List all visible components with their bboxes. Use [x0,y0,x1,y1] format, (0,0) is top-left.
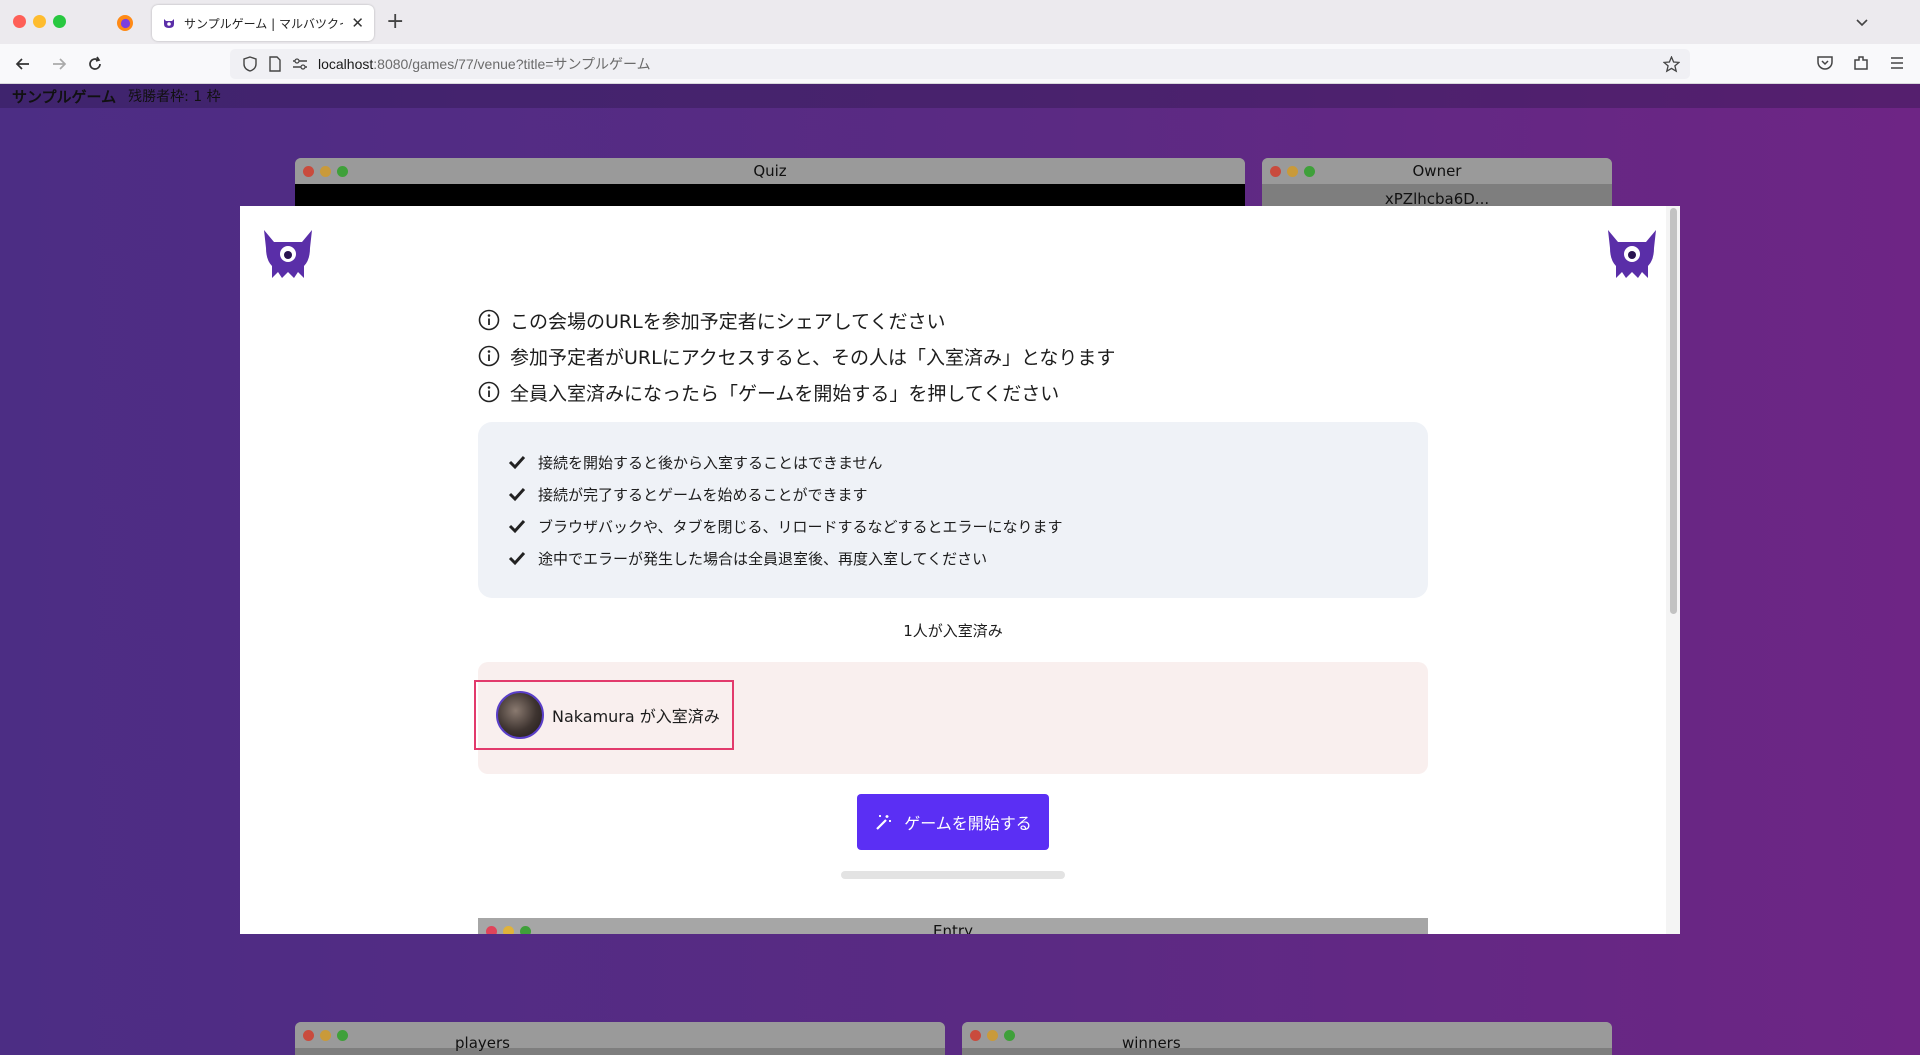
url-text: localhost:8080/games/77/venue?title=サンプル… [318,54,651,74]
new-tab-button[interactable]: + [386,9,404,34]
monster-logo-icon [1608,230,1656,278]
page-icon [269,56,281,72]
extensions-icon[interactable] [1852,54,1870,72]
modal-scrollbar[interactable] [1666,206,1680,934]
check-icon [508,519,526,534]
info-icon [478,381,500,403]
firefox-view-tab[interactable] [112,12,138,34]
owner-window-title: Owner [1412,162,1462,180]
info-text: 全員入室済みになったら「ゲームを開始する」を押してください [510,382,1060,405]
winners-window: winners [962,1022,1612,1055]
maximize-window-button[interactable] [53,15,66,28]
back-button[interactable] [12,53,34,75]
notice-box: 接続を開始すると後から入室することはできません 接続が完了するとゲームを始めるこ… [478,422,1428,598]
entry-window: Entry [478,918,1428,934]
pocket-icon[interactable] [1816,54,1834,72]
notice-text: 接続が完了するとゲームを始めることができます [538,485,868,504]
info-item: 参加予定者がURLにアクセスすると、その人は「入室済み」となります [478,338,1115,374]
entered-count: 1人が入室済み [903,622,1003,640]
page-header: サンプルゲーム 残勝者枠: 1 枠 [0,84,1920,108]
bookmark-star-icon[interactable] [1663,56,1680,73]
reload-icon [89,56,101,70]
notice-text: 途中でエラーが発生した場合は全員退室後、再度入室してください [538,549,988,568]
entered-players-list: Nakamura が入室済み [474,662,1428,774]
firefox-icon [117,15,133,31]
magic-wand-icon [876,815,892,830]
menu-icon[interactable] [1888,54,1906,72]
player-status: Nakamura が入室済み [552,707,720,726]
check-icon [508,455,526,470]
tab-title: サンプルゲーム | マルバツクイズ [184,16,343,31]
start-game-button[interactable]: ゲームを開始する [857,794,1049,850]
notice-item: 接続が完了するとゲームを始めることができます [508,478,1428,510]
notice-text: ブラウザバックや、タブを閉じる、リロードするなどするとエラーになります [538,517,1063,536]
check-icon [508,487,526,502]
scrollbar-thumb[interactable] [1670,208,1677,614]
chevron-down-icon[interactable] [1852,12,1872,32]
game-title: サンプルゲーム [12,87,117,106]
monster-logo-icon [264,230,312,278]
player-entry: Nakamura が入室済み [474,680,734,750]
winners-window-title: winners [1122,1034,1181,1052]
notice-item: ブラウザバックや、タブを閉じる、リロードするなどするとエラーになります [508,510,1428,542]
active-tab[interactable]: サンプルゲーム | マルバツクイズ ✕ [152,5,374,41]
reload-button[interactable] [84,53,106,75]
check-icon [508,551,526,566]
venue-modal: この会場のURLを参加予定者にシェアしてください 参加予定者がURLにアクセスす… [240,206,1680,934]
info-icon [478,309,500,331]
info-icon [478,345,500,367]
info-item: 全員入室済みになったら「ゲームを開始する」を押してください [478,374,1115,410]
progress-bar [841,871,1065,879]
close-window-button[interactable] [13,15,26,28]
notice-text: 接続を開始すると後から入室することはできません [538,453,883,472]
avatar [496,691,544,739]
notice-item: 接続を開始すると後から入室することはできません [508,446,1428,478]
info-text: この会場のURLを参加予定者にシェアしてください [510,310,946,333]
start-game-label: ゲームを開始する [904,816,1032,833]
site-favicon-icon [164,19,174,28]
arrow-right-icon [53,58,67,70]
info-text: 参加予定者がURLにアクセスすると、その人は「入室済み」となります [510,346,1116,369]
url-path: :8080/games/77/venue?title=サンプルゲーム [373,56,651,72]
entry-window-title: Entry [933,922,973,934]
arrow-left-icon [15,58,29,70]
quiz-window-title: Quiz [753,162,787,180]
info-item: この会場のURLを参加予定者にシェアしてください [478,302,1115,338]
address-bar[interactable]: localhost:8080/games/77/venue?title=サンプル… [230,49,1690,79]
browser-tab-bar: サンプルゲーム | マルバツクイズ ✕ + [0,0,1920,44]
shield-icon [243,56,257,72]
forward-button[interactable] [48,53,70,75]
notice-item: 途中でエラーが発生した場合は全員退室後、再度入室してください [508,542,1428,574]
remaining-winner-slots: 残勝者枠: 1 枠 [128,89,221,105]
minimize-window-button[interactable] [33,15,46,28]
browser-nav-bar: localhost:8080/games/77/venue?title=サンプル… [0,44,1920,84]
close-tab-icon[interactable]: ✕ [351,14,364,32]
info-list: この会場のURLを参加予定者にシェアしてください 参加予定者がURLにアクセスす… [478,302,1115,410]
players-window-title: players [455,1034,510,1052]
url-host: localhost [318,56,374,72]
permissions-icon[interactable] [292,57,308,71]
players-window: players [295,1022,945,1055]
